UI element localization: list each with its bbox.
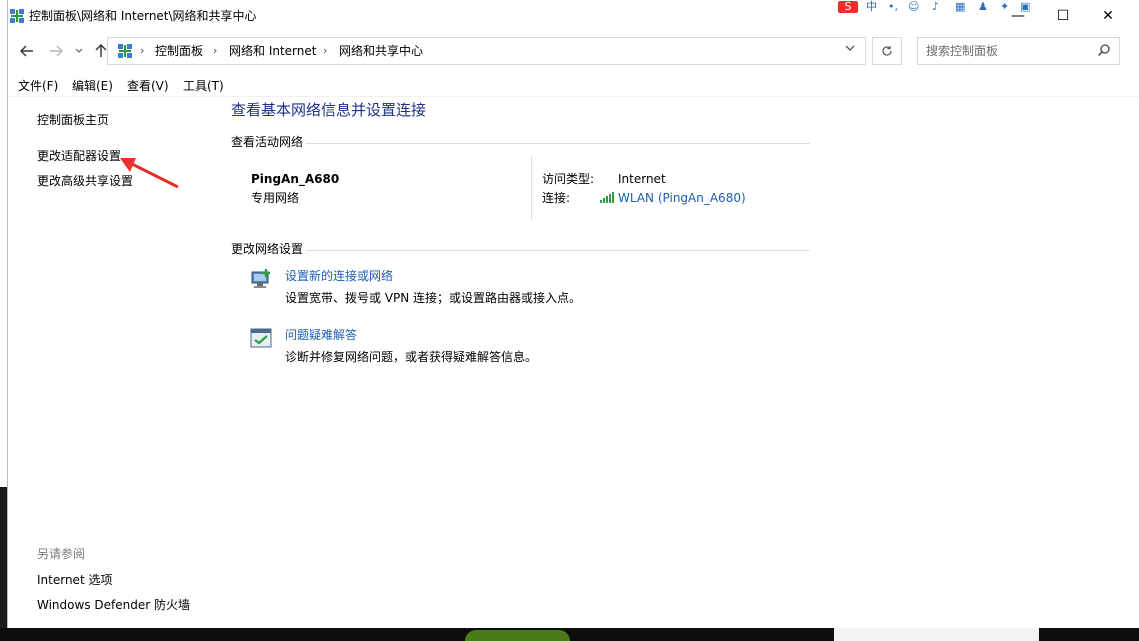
user-icon[interactable]: ♟ — [978, 1, 988, 13]
breadcrumb-separator: › — [323, 44, 328, 57]
address-bar[interactable] — [107, 37, 866, 65]
connection-label: 连接: — [542, 191, 571, 205]
wifi-signal-icon — [600, 192, 614, 203]
breadcrumb-control-panel[interactable]: 控制面板 — [155, 43, 203, 59]
ime-toolbar — [834, 628, 1039, 641]
annotation-arrow-icon — [120, 158, 179, 189]
recent-locations-button[interactable] — [70, 42, 88, 60]
section-divider — [306, 250, 810, 251]
wlan-connection-link[interactable]: WLAN (PingAn_A680) — [618, 190, 746, 206]
troubleshoot-problems-link[interactable]: 问题疑难解答 — [285, 327, 357, 343]
punctuation-icon[interactable]: •, — [888, 1, 898, 13]
desktop-wallpaper-shape — [465, 630, 570, 641]
sogou-ime-icon[interactable]: S — [838, 1, 858, 13]
menu-edit[interactable]: 编辑(E) — [72, 78, 113, 94]
arrow-right-icon — [50, 45, 63, 57]
arrow-up-icon — [95, 44, 107, 57]
windows-defender-firewall-link[interactable]: Windows Defender 防火墙 — [37, 597, 190, 613]
breadcrumb-separator: › — [140, 44, 145, 57]
search-box[interactable] — [917, 37, 1120, 65]
close-button[interactable]: ✕ — [1085, 0, 1131, 31]
access-type-label: 访问类型: — [542, 172, 595, 186]
chevron-down-icon — [845, 45, 855, 51]
control-panel-home-link[interactable]: 控制面板主页 — [37, 112, 109, 128]
menu-divider — [8, 96, 1139, 97]
setup-new-connection-description: 设置宽带、拨号或 VPN 连接；或设置路由器或接入点。 — [285, 291, 582, 305]
back-button[interactable] — [16, 42, 38, 60]
keyboard-icon[interactable]: ▦ — [955, 1, 965, 13]
change-adapter-settings-link[interactable]: 更改适配器设置 — [37, 148, 121, 164]
breadcrumb-network-sharing-center[interactable]: 网络和共享中心 — [339, 43, 423, 59]
breadcrumb-separator: › — [213, 44, 218, 57]
menu-tools[interactable]: 工具(T) — [183, 78, 224, 94]
toolbox-icon[interactable]: ✦ — [1000, 1, 1009, 13]
new-connection-icon — [251, 269, 270, 288]
active-networks-heading: 查看活动网络 — [231, 135, 304, 149]
explorer-window — [8, 0, 1139, 628]
window-title: 控制面板\网络和 Internet\网络和共享中心 — [29, 9, 257, 23]
see-also-heading: 另请参阅 — [37, 547, 86, 561]
network-center-icon — [118, 44, 132, 58]
maximize-button[interactable]: ☐ — [1040, 0, 1086, 31]
chevron-down-icon — [75, 48, 83, 53]
skin-icon[interactable]: ▣ — [1020, 1, 1030, 13]
arrow-left-icon — [20, 45, 33, 57]
microphone-icon[interactable]: ♪ — [932, 1, 939, 13]
refresh-icon — [882, 46, 892, 56]
refresh-button[interactable] — [872, 37, 902, 65]
menu-view[interactable]: 查看(V) — [127, 78, 169, 94]
network-name: PingAn_A680 — [251, 172, 340, 186]
breadcrumb-network-internet[interactable]: 网络和 Internet — [229, 43, 316, 59]
network-category: 专用网络 — [251, 191, 300, 205]
search-input[interactable] — [926, 43, 1086, 59]
troubleshoot-icon — [250, 328, 272, 348]
network-info-divider — [531, 156, 532, 220]
emoji-icon[interactable]: ☺ — [908, 1, 919, 13]
access-type-value: Internet — [618, 172, 666, 186]
internet-options-link[interactable]: Internet 选项 — [37, 572, 112, 588]
ime-chinese-mode[interactable]: 中 — [866, 1, 877, 13]
page-title: 查看基本网络信息并设置连接 — [231, 101, 427, 119]
window-border — [7, 0, 8, 628]
troubleshoot-problems-description: 诊断并修复网络问题，或者获得疑难解答信息。 — [285, 350, 538, 364]
forward-button[interactable] — [45, 42, 67, 60]
section-divider — [306, 143, 810, 144]
setup-new-connection-link[interactable]: 设置新的连接或网络 — [285, 268, 393, 284]
menu-file[interactable]: 文件(F) — [18, 78, 58, 94]
search-icon[interactable] — [1097, 43, 1111, 57]
network-center-icon — [10, 9, 24, 23]
change-network-settings-heading: 更改网络设置 — [231, 242, 304, 256]
address-dropdown-button[interactable] — [845, 42, 855, 55]
